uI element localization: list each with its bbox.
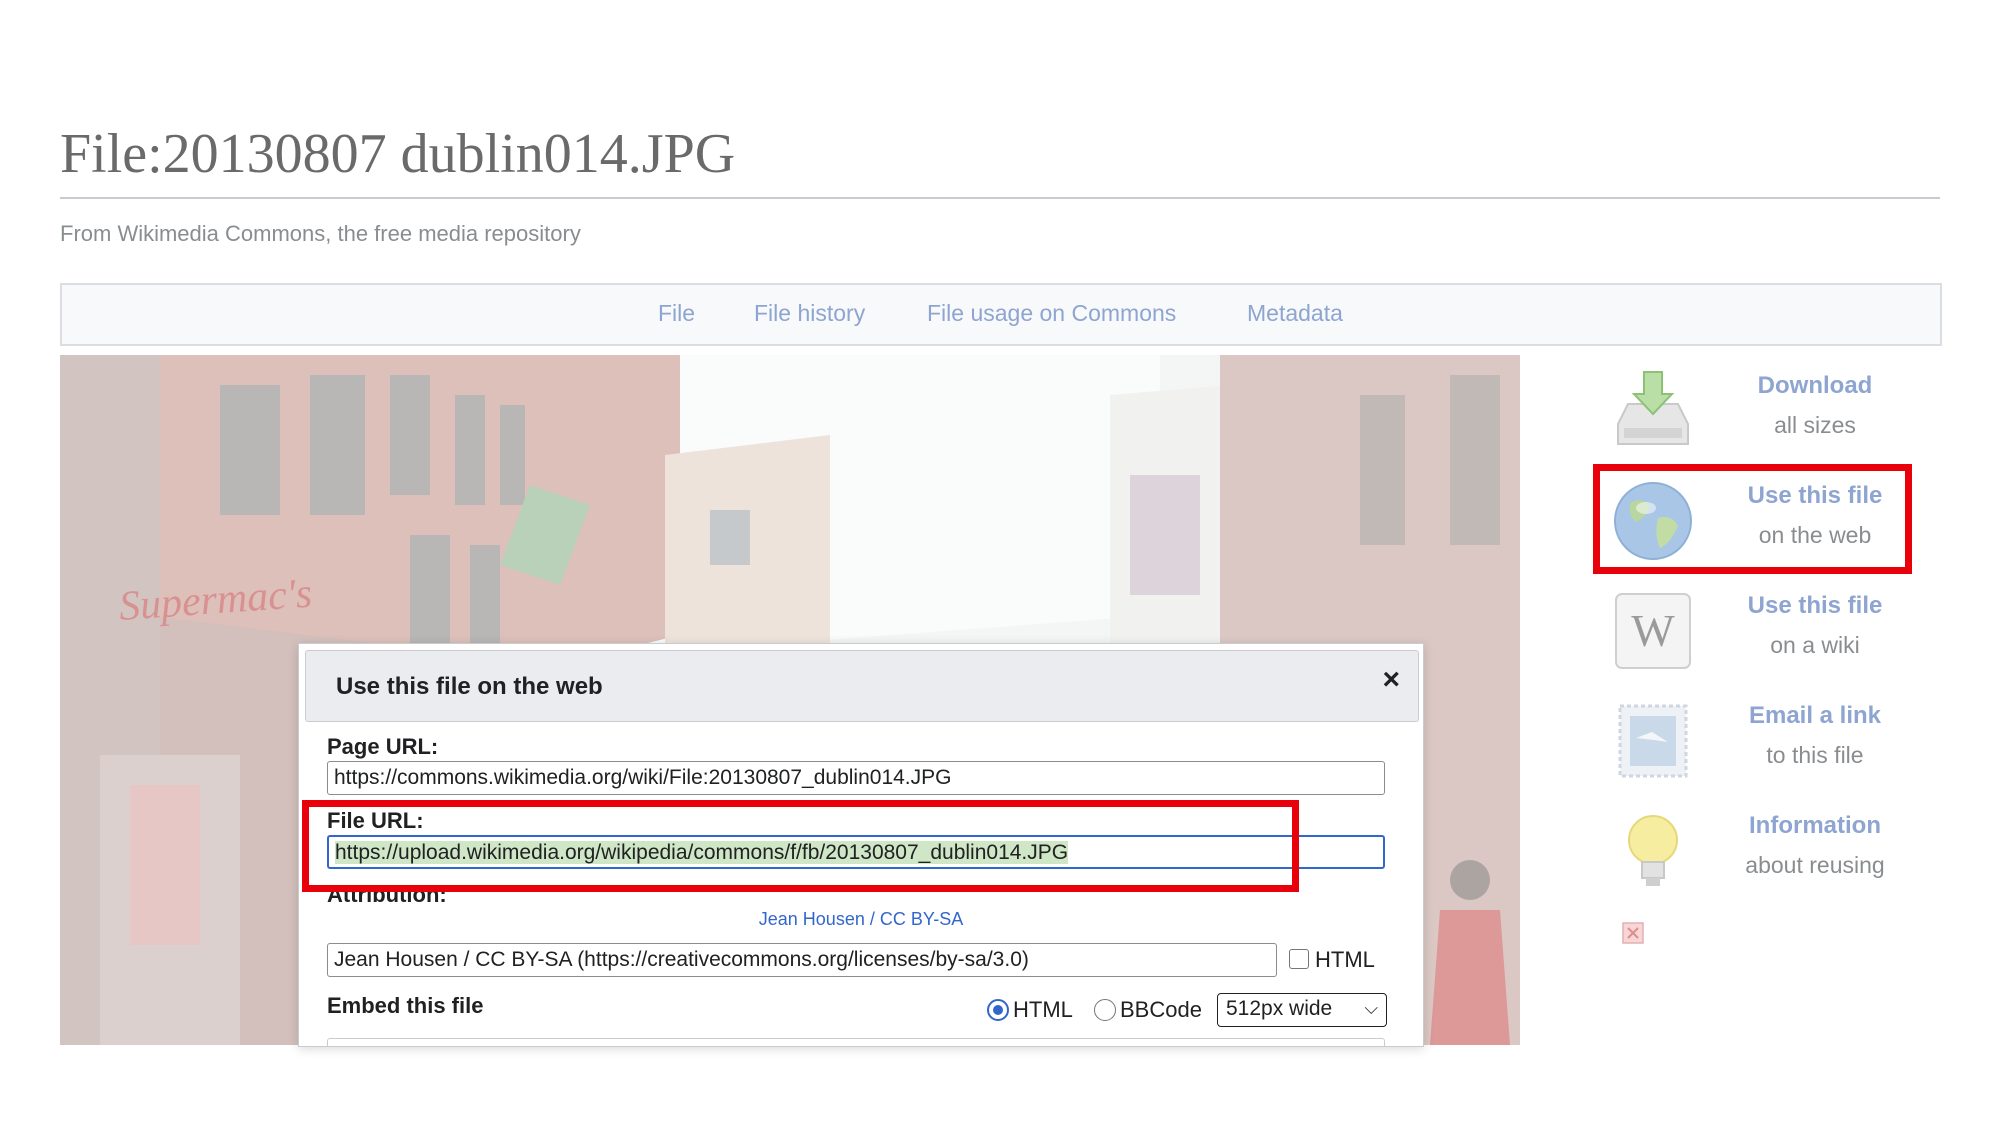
author-link[interactable]: Jean Housen bbox=[759, 909, 865, 929]
lightbulb-icon bbox=[1628, 815, 1678, 886]
sidebar-download[interactable]: Download all sizes bbox=[1610, 360, 1930, 450]
tab-file[interactable]: File bbox=[658, 300, 695, 327]
sidebar-use-on-wiki-title[interactable]: Use this file bbox=[1710, 592, 1920, 620]
sidebar-email-link[interactable]: Email a link to this file bbox=[1610, 690, 1930, 780]
sidebar-use-on-wiki[interactable]: W Use this file on a wiki bbox=[1610, 580, 1930, 670]
download-icon bbox=[1617, 371, 1689, 445]
globe-icon bbox=[1614, 482, 1692, 560]
sidebar-use-on-web-sub: on the web bbox=[1758, 522, 1872, 548]
sidebar-information-sub: about reusing bbox=[1745, 852, 1885, 878]
license-link[interactable]: CC BY-SA bbox=[880, 909, 963, 929]
embed-size-select[interactable]: 512px wide ⌵ bbox=[1217, 993, 1387, 1027]
broken-image-icon bbox=[1622, 922, 1644, 944]
sidebar-email-title[interactable]: Email a link bbox=[1710, 702, 1920, 730]
page-url-input[interactable]: https://commons.wikimedia.org/wiki/File:… bbox=[327, 761, 1385, 795]
embed-code-textarea[interactable] bbox=[327, 1038, 1385, 1046]
svg-text:W: W bbox=[1631, 605, 1675, 656]
chevron-down-icon: ⌵ bbox=[1364, 998, 1378, 1018]
dialog-header: Use this file on the web × bbox=[305, 650, 1419, 722]
wikipedia-w-icon: W bbox=[1615, 593, 1691, 669]
embed-size-value: 512px wide bbox=[1226, 997, 1333, 1020]
sidebar-download-title[interactable]: Download bbox=[1710, 372, 1920, 400]
sidebar-information[interactable]: Information about reusing bbox=[1610, 800, 1930, 890]
file-url-input[interactable]: https://upload.wikimedia.org/wikipedia/c… bbox=[327, 835, 1385, 869]
attribution-preview: Jean Housen / CC BY-SA bbox=[299, 909, 1423, 930]
page-title: File:20130807 dublin014.JPG bbox=[60, 123, 736, 185]
sidebar-email-sub: to this file bbox=[1766, 742, 1864, 768]
dialog-title: Use this file on the web bbox=[336, 673, 603, 700]
sidebar-use-on-web[interactable]: Use this file on the web bbox=[1610, 470, 1930, 560]
tab-file-usage[interactable]: File usage on Commons bbox=[927, 300, 1176, 327]
file-page: File:20130807 dublin014.JPG From Wikimed… bbox=[0, 0, 2000, 1125]
attribution-label: Attribution: bbox=[327, 882, 447, 907]
sidebar-use-on-web-title[interactable]: Use this file bbox=[1710, 482, 1920, 510]
file-url-label: File URL: bbox=[327, 808, 424, 833]
embed-html-radio[interactable] bbox=[987, 999, 1009, 1021]
embed-html-label: HTML bbox=[1013, 997, 1073, 1022]
use-file-on-web-dialog: Use this file on the web × Page URL: htt… bbox=[298, 643, 1424, 1047]
embed-label: Embed this file bbox=[327, 993, 484, 1018]
sidebar-information-title[interactable]: Information bbox=[1710, 812, 1920, 840]
html-checkbox-label: HTML bbox=[1315, 947, 1375, 972]
sidebar-download-sub: all sizes bbox=[1774, 412, 1856, 438]
file-tabs: File File history File usage on Commons … bbox=[60, 283, 1942, 346]
attribution-input[interactable]: Jean Housen / CC BY-SA (https://creative… bbox=[327, 943, 1277, 977]
email-stamp-icon bbox=[1618, 704, 1688, 778]
sidebar-use-on-wiki-sub: on a wiki bbox=[1770, 632, 1860, 658]
page-url-label: Page URL: bbox=[327, 734, 439, 759]
tab-file-history[interactable]: File history bbox=[754, 300, 865, 327]
html-checkbox[interactable] bbox=[1289, 949, 1309, 969]
embed-bbcode-radio[interactable] bbox=[1094, 999, 1116, 1021]
file-url-selected-text: https://upload.wikimedia.org/wikipedia/c… bbox=[335, 841, 1069, 864]
attribution-separator: / bbox=[864, 909, 880, 929]
page-subtitle: From Wikimedia Commons, the free media r… bbox=[60, 221, 581, 246]
close-icon[interactable]: × bbox=[1382, 665, 1400, 695]
tab-metadata[interactable]: Metadata bbox=[1247, 300, 1343, 327]
title-divider bbox=[60, 197, 1940, 199]
embed-bbcode-label: BBCode bbox=[1120, 997, 1202, 1022]
